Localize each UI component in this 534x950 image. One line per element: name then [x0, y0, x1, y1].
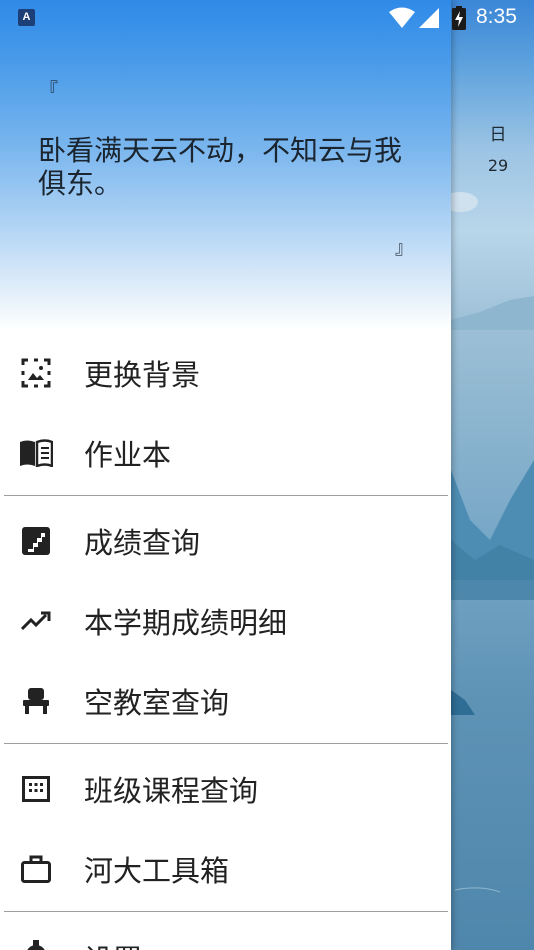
menu-item-settings[interactable]: 设置: [0, 917, 451, 950]
status-time: 8:35: [476, 5, 517, 28]
gear-icon: [18, 937, 54, 950]
menu-item-label: 班级课程查询: [84, 774, 259, 808]
menu-item-toolbox[interactable]: 河大工具箱: [0, 829, 451, 909]
menu-item-label: 成绩查询: [84, 526, 201, 560]
stairs-icon: [18, 523, 54, 559]
menu-item-label: 更换背景: [84, 358, 201, 392]
app-notification-icon: A: [18, 9, 35, 26]
book-open-icon: [18, 435, 54, 471]
menu-item-label: 设置: [84, 937, 142, 950]
navigation-drawer: 『 卧看满天云不动，不知云与我俱东。 』 更换背景 作业本 成绩查询 本学期成绩…: [0, 0, 451, 950]
day-label: 日: [489, 125, 507, 145]
seat-icon: [18, 683, 54, 719]
wifi-icon: [389, 7, 415, 28]
signal-icon: [419, 8, 439, 28]
image-frame-icon: [18, 355, 54, 391]
calendar-grid-icon: [18, 771, 54, 807]
menu-item-empty-classroom[interactable]: 空教室查询: [0, 661, 451, 741]
status-bar: A 8:35: [0, 0, 534, 36]
menu-item-homework[interactable]: 作业本: [0, 413, 451, 493]
quote-close-mark: 』: [395, 238, 413, 259]
menu-item-label: 河大工具箱: [84, 854, 230, 888]
quote-text: 卧看满天云不动，不知云与我俱东。: [38, 134, 403, 200]
divider: [4, 495, 448, 496]
menu-item-semester-grades[interactable]: 本学期成绩明细: [0, 581, 451, 661]
menu-item-label: 作业本: [84, 438, 172, 472]
briefcase-icon: [18, 851, 54, 887]
menu-item-change-background[interactable]: 更换背景: [0, 333, 451, 413]
menu-item-label: 空教室查询: [84, 686, 230, 720]
divider: [4, 911, 448, 912]
menu-item-grade-query[interactable]: 成绩查询: [0, 501, 451, 581]
drawer-header: 『 卧看满天云不动，不知云与我俱东。 』: [0, 0, 451, 330]
battery-charging-icon: [452, 6, 466, 30]
trending-up-icon: [18, 603, 54, 639]
menu-item-label: 本学期成绩明细: [84, 606, 288, 640]
divider: [4, 743, 448, 744]
quote-open-mark: 『: [40, 80, 58, 101]
date-label: 29: [487, 156, 509, 175]
menu-item-class-schedule[interactable]: 班级课程查询: [0, 749, 451, 829]
